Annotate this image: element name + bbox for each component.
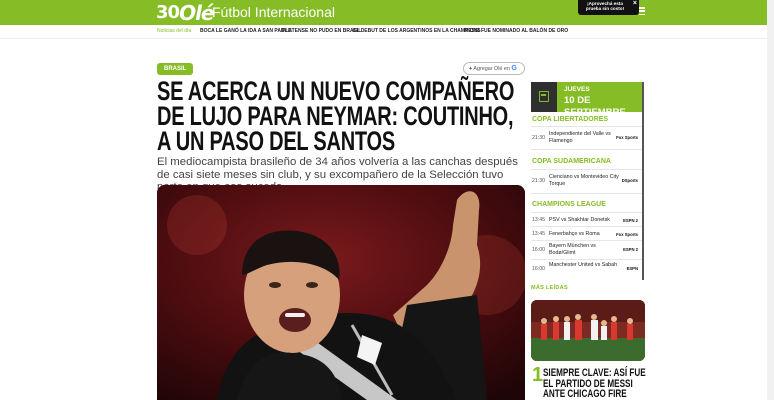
tv-channel: ESPN [626,266,638,271]
trending-link[interactable]: BOCA LE GANÓ LA IDA A SAN PABLO [200,28,291,35]
trending-link[interactable]: PLATENSE NO PUDO EN BRASIL [282,28,361,35]
section-title[interactable]: Fútbol Internacional [212,4,335,21]
logo-ole-text: Olé [179,1,214,25]
divider [531,149,642,150]
promo-banner[interactable]: ¡Aprovechá esta prueba sin costo! × [578,0,639,15]
match-teams: Independiente del Valle vs Flamengo [549,131,611,144]
match-time: 13:45 [532,217,545,223]
tv-channel: ESPN 2 [623,247,638,252]
most-read-photo[interactable] [531,300,645,361]
tv-channel: DSports [621,178,638,183]
hamburger-menu-icon[interactable] [639,7,645,15]
match-time: 16:00 [532,247,545,253]
match-schedule-widget: JUEVES 10 DE SEPTIEMBRE COPA LIBERTADORE… [531,82,644,280]
competition-title[interactable]: CHAMPIONS LEAGUE [532,200,606,209]
date-header: JUEVES 10 DE SEPTIEMBRE [531,82,642,118]
match-time: 16:00 [532,266,545,272]
logo-30-text: 30 [156,2,180,23]
trending-nav-label: Noticias del día [157,28,192,34]
most-read-rank: 1 [532,364,544,386]
trending-link[interactable]: MESSI FUE NOMINADO AL BALÓN DE ORO [464,28,568,35]
divider [531,259,642,260]
article-headline: SE ACERCA UN NUEVO COMPAÑERO DE LUJO PAR… [157,76,515,156]
article-main-photo [157,185,525,400]
tv-channel: Fox Sports [616,232,638,237]
top-header: 30 Olé Fútbol Internacional ¡Aprovechá e… [0,0,774,25]
trending-link[interactable]: EL DEBUT DE LOS ARGENTINOS EN LA CHAMPIO… [353,28,481,35]
divider [531,193,642,194]
add-ole-google-button[interactable]: + Agregar Olé en G [463,62,525,75]
divider [531,212,642,213]
match-teams: Fenerbahçe vs Roma [549,231,600,237]
match-time: 21:30 [532,135,545,141]
tv-channel: ESPN 2 [623,218,638,223]
date-weekday: JUEVES [564,86,590,93]
promo-text: ¡Aprovechá esta prueba sin costo! [585,1,625,12]
divider [531,169,642,170]
match-teams: PSV vs Shakhtar Donetsk [549,217,610,223]
match-teams: Cienciano vs Montevideo City Torque [549,174,619,187]
google-icon: G [511,65,517,72]
divider [531,226,642,227]
most-read-headline[interactable]: SIEMPRE CLAVE: ASÍ FUE EL PARTIDO DE MES… [543,368,647,400]
tv-channel: Fox Sports [616,135,638,140]
match-teams: Manchester United vs Sabah [549,262,618,268]
trending-nav: Noticias del día BOCA LE GANÓ LA IDA A S… [0,25,774,39]
match-time: 13:45 [532,231,545,237]
calendar-icon [539,91,549,102]
competition-title[interactable]: COPA LIBERTADORES [532,115,608,124]
divider [531,126,642,127]
plus-icon: + [469,66,473,72]
most-read-label: MÁS LEÍDAS [531,285,568,291]
divider [531,240,642,241]
calendar-button[interactable] [531,82,557,112]
ole-logo[interactable]: 30 Olé [156,1,214,25]
match-teams: Bayern München vs Bodø/Glimt [549,243,596,256]
category-tag[interactable]: BRASIL [157,63,194,75]
follow-label: Agregar Olé en [473,66,510,72]
page-scrollbar[interactable] [767,0,774,400]
close-icon[interactable]: × [633,0,637,8]
match-time: 21:30 [532,178,545,184]
competition-title[interactable]: COPA SUDAMERICANA [532,157,611,166]
